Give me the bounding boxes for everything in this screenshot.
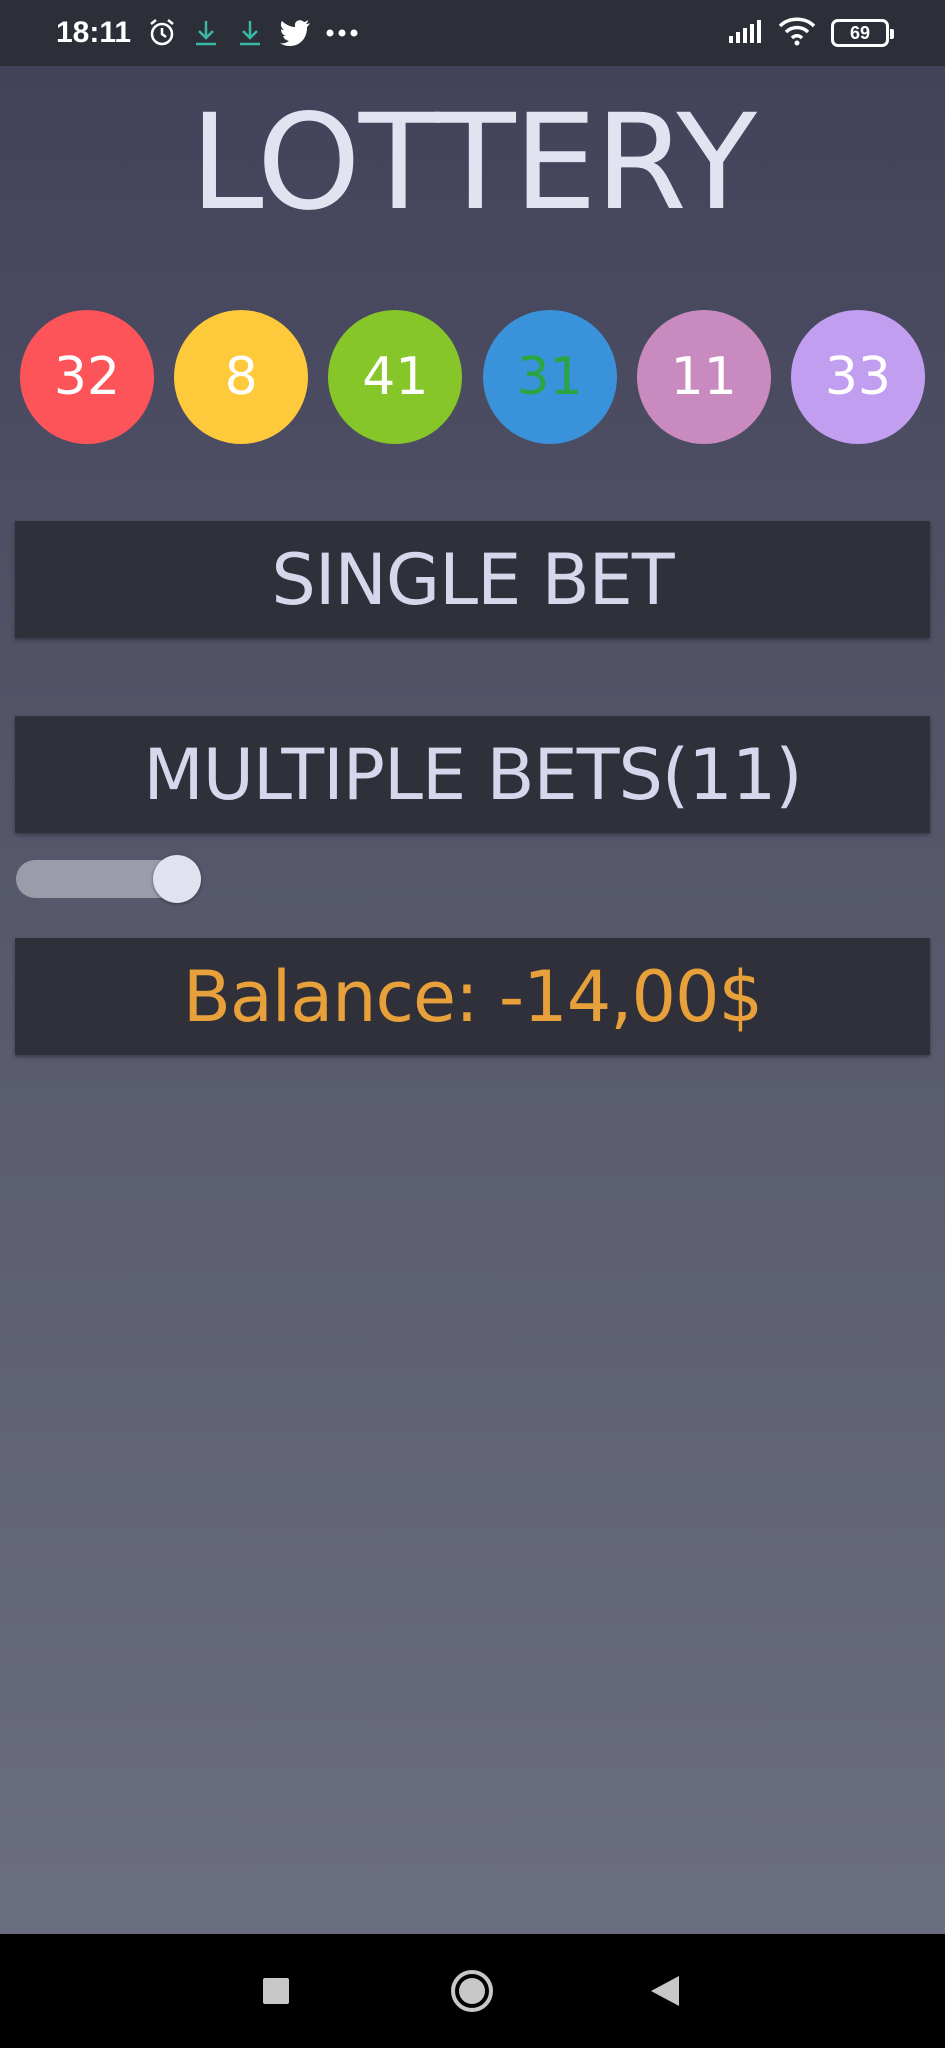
lottery-ball: 31	[482, 310, 617, 444]
status-bar: 18:11 69	[0, 0, 945, 66]
download-icon	[191, 18, 221, 48]
status-time: 18:11	[56, 16, 132, 49]
status-icons-left	[147, 18, 359, 48]
page-title: LOTTERY	[190, 86, 757, 240]
navigation-bar	[0, 1934, 945, 2048]
lottery-ball: 41	[328, 310, 463, 444]
home-icon[interactable]	[450, 1934, 494, 2048]
toggle-thumb[interactable]	[153, 855, 201, 903]
download-icon	[235, 18, 265, 48]
twitter-icon	[279, 19, 311, 47]
back-icon[interactable]	[650, 1934, 680, 2048]
single-bet-button[interactable]: SINGLE BET	[15, 521, 930, 638]
multiple-bets-button[interactable]: MULTIPLE BETS(11)	[15, 716, 930, 833]
wifi-icon	[777, 16, 817, 50]
alarm-icon	[147, 18, 177, 48]
app-screen: LOTTERY 32 8 41 31 11 33 SINGLE BET MULT…	[0, 66, 945, 1934]
recents-icon[interactable]	[262, 1934, 290, 2048]
balance-display: Balance: -14,00$	[15, 938, 930, 1055]
battery-icon: 69	[831, 19, 894, 47]
lottery-ball: 32	[20, 310, 154, 444]
lottery-ball: 11	[636, 310, 771, 444]
status-icons-right: 69	[727, 16, 894, 50]
lottery-ball: 8	[174, 310, 309, 444]
more-icon	[325, 28, 359, 38]
lottery-ball: 33	[790, 310, 925, 444]
signal-icon	[727, 18, 763, 48]
multiple-bets-toggle[interactable]	[16, 855, 202, 903]
lottery-balls: 32 8 41 31 11 33	[20, 310, 925, 444]
